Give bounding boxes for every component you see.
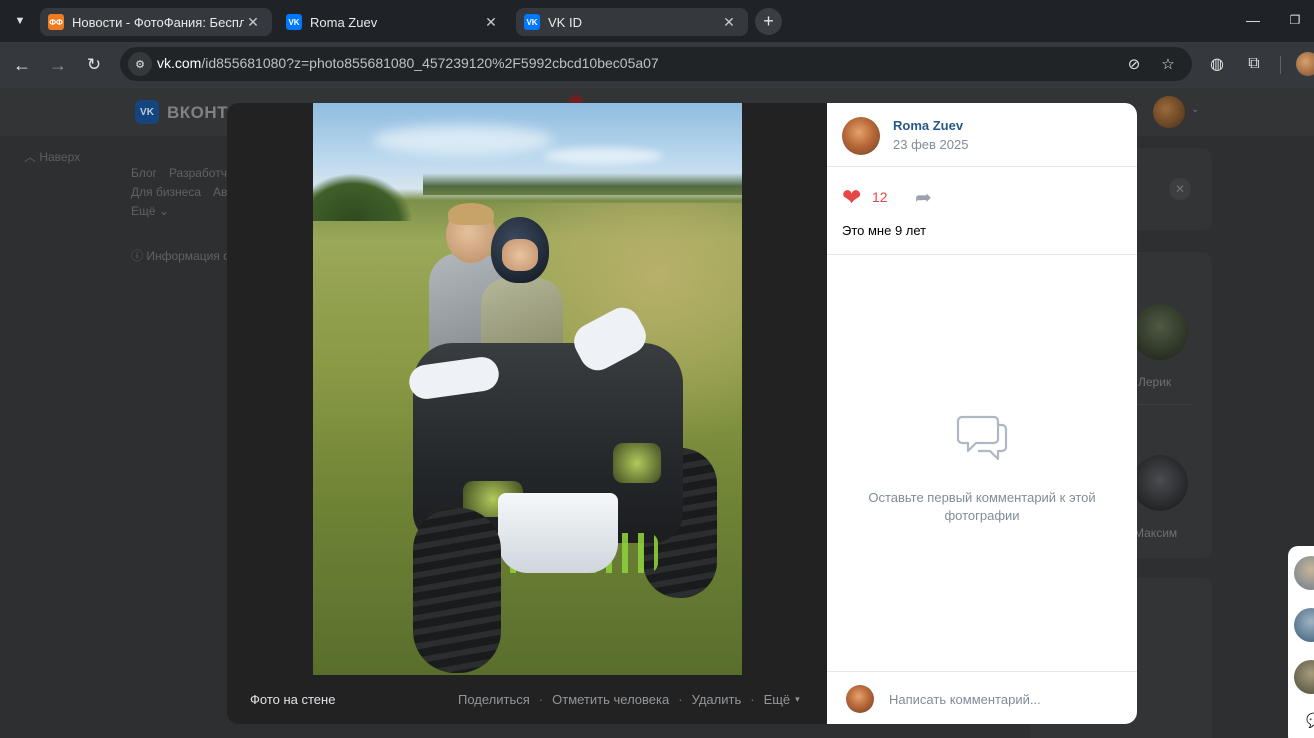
back-to-top-label: Наверх: [39, 150, 81, 164]
photo-info-panel: Roma Zuev 23 фев 2025 ❤ 12 ➦ Это мне 9 л…: [827, 103, 1137, 724]
empty-comments-text: Оставьте первый комментарий к этой фотог…: [868, 490, 1096, 523]
tab-title: VK ID: [548, 14, 582, 30]
url-text[interactable]: vk.com/id855681080?z=photo855681080_4572…: [157, 55, 659, 71]
toolbar-divider: [1280, 56, 1281, 74]
friend-avatar[interactable]: [1132, 455, 1188, 511]
chat-avatar[interactable]: [1294, 556, 1314, 590]
photo-trees: [313, 173, 413, 221]
my-avatar: [846, 685, 874, 713]
delete-link[interactable]: Удалить: [692, 692, 742, 707]
chat-avatar[interactable]: [1294, 608, 1314, 642]
album-label[interactable]: Фото на стене: [250, 692, 335, 707]
photo-viewer-modal: Фото на стене Поделиться · Отметить чело…: [227, 103, 1137, 724]
comment-composer: [827, 671, 1137, 724]
vk-favicon-icon: VK: [524, 14, 540, 30]
new-tab-plus-icon[interactable]: +: [755, 8, 782, 35]
chevron-down-icon[interactable]: ▾: [795, 694, 800, 705]
separator-dot: ·: [750, 692, 755, 707]
bookmark-star-icon[interactable]: ☆: [1158, 54, 1178, 74]
photo-atv-front: [498, 493, 618, 573]
footer-link-business[interactable]: Для бизнеса: [131, 185, 201, 199]
browser-toolbar: ← → ↻ ⚙ vk.com/id855681080?z=photo855681…: [0, 42, 1314, 88]
tab-close-icon[interactable]: ✕: [482, 14, 500, 31]
comments-bubble-icon: [956, 415, 1008, 461]
vk-logo-icon[interactable]: VK: [135, 100, 159, 124]
browser-tab-bar: ▼ ФФ Новости - ФотоФания: Беспла ✕ VK Ro…: [0, 0, 1314, 42]
friend-avatar[interactable]: [1132, 304, 1188, 360]
footer-link-blog[interactable]: Блог: [131, 166, 157, 180]
tab-roma-zuev[interactable]: VK Roma Zuev ✕: [278, 8, 510, 36]
friend-name[interactable]: Лерик: [1138, 375, 1171, 389]
author-name[interactable]: Roma Zuev: [893, 118, 963, 133]
url-host: vk.com: [157, 55, 202, 71]
eye-off-icon[interactable]: ⊘: [1124, 54, 1144, 74]
chat-avatar[interactable]: [1294, 660, 1314, 694]
comment-input[interactable]: [889, 688, 1119, 710]
footer-link-authors[interactable]: Ав: [213, 185, 227, 199]
profile-avatar[interactable]: [1296, 52, 1314, 76]
author-block: Roma Zuev 23 фев 2025: [827, 103, 1137, 167]
tag-person-link[interactable]: Отметить человека: [552, 692, 669, 707]
footer-link-dev[interactable]: Разработч: [169, 166, 227, 180]
url-path: /id855681080?z=photo855681080_457239120%…: [201, 55, 659, 71]
tab-close-icon[interactable]: ✕: [720, 14, 738, 31]
photo-cloud: [373, 125, 553, 155]
photo-cloud: [543, 148, 663, 164]
back-to-top-link[interactable]: ︿ Наверх: [24, 148, 80, 165]
vk-logo-text[interactable]: ВКОНТ: [167, 103, 228, 123]
post-date[interactable]: 23 фев 2025: [893, 137, 968, 152]
like-count[interactable]: 12: [872, 189, 888, 205]
comments-empty-state: Оставьте первый комментарий к этой фотог…: [827, 255, 1137, 671]
globe-icon[interactable]: ◍: [1206, 53, 1228, 75]
vk-favicon-icon: VK: [286, 14, 302, 30]
heart-icon[interactable]: ❤: [842, 186, 861, 209]
photo-actions: Поделиться · Отметить человека · Удалить…: [458, 692, 800, 707]
address-bar[interactable]: ⚙ vk.com/id855681080?z=photo855681080_45…: [120, 47, 1192, 81]
vk-user-avatar[interactable]: [1153, 96, 1185, 128]
photo-child-face: [502, 239, 538, 271]
photo-child-hair: [448, 203, 494, 225]
photo-area: Фото на стене Поделиться · Отметить чело…: [227, 103, 827, 724]
footer-links: Блог Разработч Для бизнеса Ав Ещё ⌄: [131, 164, 239, 221]
separator-dot: ·: [678, 692, 683, 707]
chevron-down-icon[interactable]: ⌄: [1191, 104, 1199, 115]
separator-dot: ·: [538, 692, 544, 707]
photo-image[interactable]: [313, 103, 742, 675]
back-arrow-icon[interactable]: ←: [9, 52, 35, 78]
photo-caption: Это мне 9 лет: [842, 223, 927, 238]
share-arrow-icon[interactable]: ➦: [915, 185, 932, 210]
tab-search-chevron-icon[interactable]: ▼: [8, 10, 32, 32]
extensions-puzzle-icon[interactable]: ⧉: [1243, 53, 1265, 75]
window-restore-icon[interactable]: ❐: [1285, 8, 1305, 32]
info-link[interactable]: ⓘ Информация о: [131, 247, 230, 264]
more-link[interactable]: Ещё: [764, 692, 791, 707]
window-minimize-icon[interactable]: —: [1243, 8, 1263, 32]
fotofania-favicon-icon: ФФ: [48, 14, 64, 30]
photo-atv-headlight: [613, 443, 661, 483]
tab-vk-id[interactable]: VK VK ID ✕: [516, 8, 748, 36]
messenger-widget: 💬: [1288, 546, 1314, 738]
tab-title: Новости - ФотоФания: Беспла: [72, 14, 244, 30]
photo-treeline: [423, 173, 742, 195]
tab-fotofania[interactable]: ФФ Новости - ФотоФания: Беспла ✕: [40, 8, 272, 36]
photo-wheel: [413, 508, 501, 673]
photo-reactions: ❤ 12 ➦ Это мне 9 лет: [827, 167, 1137, 255]
tab-close-icon[interactable]: ✕: [244, 14, 262, 31]
share-link[interactable]: Поделиться: [458, 692, 530, 707]
site-info-icon[interactable]: ⚙: [128, 52, 152, 76]
footer-more-link[interactable]: Ещё ⌄: [131, 204, 169, 218]
divider: [1132, 404, 1192, 405]
chat-bubble-icon[interactable]: 💬: [1306, 712, 1314, 729]
author-avatar[interactable]: [842, 117, 880, 155]
friend-name[interactable]: Максим: [1134, 526, 1177, 540]
forward-arrow-icon[interactable]: →: [45, 52, 71, 78]
close-icon[interactable]: ✕: [1169, 178, 1191, 200]
reload-icon[interactable]: ↻: [81, 52, 107, 78]
tab-title: Roma Zuev: [310, 14, 378, 30]
